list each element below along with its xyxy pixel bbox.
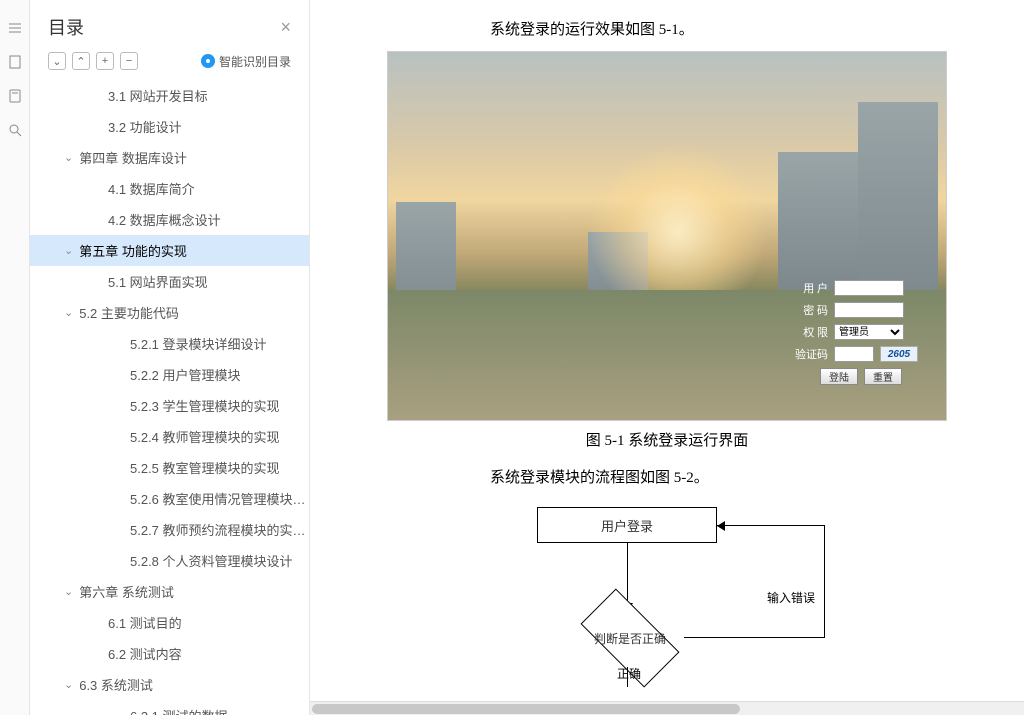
toc-item-label: 第六章 系统测试 bbox=[79, 582, 174, 601]
flow-diamond-label: 判断是否正确 bbox=[585, 613, 675, 663]
toc-item[interactable]: ⌄ 6.3 系统测试 bbox=[30, 669, 309, 700]
collapse-all-button[interactable]: ⌄ bbox=[48, 52, 66, 70]
flow-line bbox=[684, 637, 824, 638]
toc-item[interactable]: ⌄ 第四章 数据库设计 bbox=[30, 142, 309, 173]
toc-title: 目录 bbox=[48, 14, 84, 40]
toc-item[interactable]: 5.2.5 教室管理模块的实现 bbox=[30, 452, 309, 483]
flow-line bbox=[627, 543, 628, 608]
toc-item-label: 5.2.7 教师预约流程模块的实… bbox=[130, 520, 306, 539]
arrowhead-left-icon bbox=[717, 521, 725, 531]
toc-item-label: 4.1 数据库简介 bbox=[108, 179, 195, 198]
toc-item[interactable]: 5.2.3 学生管理模块的实现 bbox=[30, 390, 309, 421]
toc-item[interactable]: 5.2.8 个人资料管理模块设计 bbox=[30, 545, 309, 576]
toc-item-label: 3.1 网站开发目标 bbox=[108, 86, 208, 105]
toc-list: 3.1 网站开发目标 3.2 功能设计 ⌄ 第四章 数据库设计 4.1 数据库简介 4.2… bbox=[30, 80, 309, 715]
flow-line bbox=[824, 525, 825, 638]
toc-item[interactable]: 3.2 功能设计 bbox=[30, 111, 309, 142]
toc-item-label: 4.2 数据库概念设计 bbox=[108, 210, 221, 229]
level-minus-button[interactable]: − bbox=[120, 52, 138, 70]
select-role[interactable]: 管理员 bbox=[834, 324, 904, 340]
chevron-down-icon[interactable]: ⌄ bbox=[64, 151, 73, 164]
paragraph-flow-intro: 系统登录模块的流程图如图 5-2。 bbox=[460, 466, 984, 487]
document-viewport[interactable]: 系统登录的运行效果如图 5-1。 用 户 密 码 bbox=[310, 0, 1024, 715]
toc-item[interactable]: 5.2.6 教室使用情况管理模块… bbox=[30, 483, 309, 514]
toc-sidebar: 目录 × ⌄ ⌃ + − 智能识别目录 3.1 网站开发目标 3.2 功能设计 ⌄ 第… bbox=[30, 0, 310, 715]
scrollbar-thumb[interactable] bbox=[312, 704, 740, 714]
toc-item-label: 第四章 数据库设计 bbox=[79, 148, 187, 167]
toc-item[interactable]: 4.2 数据库概念设计 bbox=[30, 204, 309, 235]
left-icon-rail bbox=[0, 0, 30, 715]
toc-item[interactable]: 5.2.7 教师预约流程模块的实… bbox=[30, 514, 309, 545]
level-plus-button[interactable]: + bbox=[96, 52, 114, 70]
toc-item-label: 5.2.6 教室使用情况管理模块… bbox=[130, 489, 306, 508]
toc-item-label: 第五章 功能的实现 bbox=[79, 241, 187, 260]
toc-item-label: 6.3 系统测试 bbox=[79, 675, 153, 694]
toc-item[interactable]: 6.2 测试内容 bbox=[30, 638, 309, 669]
search-icon[interactable] bbox=[7, 122, 23, 138]
toc-item-label: 5.2.4 教师管理模块的实现 bbox=[130, 427, 280, 446]
toc-item[interactable]: 5.2.4 教师管理模块的实现 bbox=[30, 421, 309, 452]
toc-item-label: 5.2 主要功能代码 bbox=[79, 303, 179, 322]
toc-item[interactable]: ⌄ 第五章 功能的实现 bbox=[30, 235, 309, 266]
horizontal-scrollbar[interactable] bbox=[310, 701, 1024, 715]
toc-item-label: 5.2.8 个人资料管理模块设计 bbox=[130, 551, 293, 570]
label-role: 权 限 bbox=[792, 324, 828, 340]
toc-item[interactable]: 6.1 测试目的 bbox=[30, 607, 309, 638]
captcha-image[interactable]: 2605 bbox=[880, 346, 918, 362]
chevron-down-icon[interactable]: ⌄ bbox=[64, 244, 73, 257]
toc-item-label: 6.2 测试内容 bbox=[108, 644, 182, 663]
smart-dot-icon bbox=[201, 54, 215, 68]
toc-item-label: 5.2.1 登录模块详细设计 bbox=[130, 334, 267, 353]
reset-button[interactable]: 重置 bbox=[864, 368, 902, 385]
expand-all-button[interactable]: ⌃ bbox=[72, 52, 90, 70]
flow-line bbox=[717, 525, 825, 526]
toc-item-label: 5.2.5 教室管理模块的实现 bbox=[130, 458, 280, 477]
chevron-down-icon[interactable]: ⌄ bbox=[64, 306, 73, 319]
toc-item-label: 5.1 网站界面实现 bbox=[108, 272, 208, 291]
label-user: 用 户 bbox=[792, 280, 828, 296]
input-password[interactable] bbox=[834, 302, 904, 318]
flow-label-wrong: 输入错误 bbox=[767, 589, 815, 606]
toc-item-label: 3.2 功能设计 bbox=[108, 117, 182, 136]
bookmark-icon[interactable] bbox=[7, 54, 23, 70]
figure-5-2-flowchart: 用户登录 判断是否正确 正确 输入错误 bbox=[477, 507, 857, 677]
toc-item[interactable]: ⌄ 第六章 系统测试 bbox=[30, 576, 309, 607]
toc-toolbar: ⌄ ⌃ + − 智能识别目录 bbox=[30, 48, 309, 80]
login-form: 用 户 密 码 权 限 管理员 验证码 2605 bbox=[792, 280, 918, 385]
chevron-down-icon[interactable]: ⌄ bbox=[64, 585, 73, 598]
toc-item[interactable]: ⌄ 5.2 主要功能代码 bbox=[30, 297, 309, 328]
smart-detect-toc[interactable]: 智能识别目录 bbox=[201, 53, 291, 70]
flow-box-user-login: 用户登录 bbox=[537, 507, 717, 543]
login-button[interactable]: 登陆 bbox=[820, 368, 858, 385]
toc-item-label: 6.3.1 测试的数据 bbox=[130, 706, 228, 715]
chevron-down-icon[interactable]: ⌄ bbox=[64, 678, 73, 691]
page-icon[interactable] bbox=[7, 88, 23, 104]
label-password: 密 码 bbox=[792, 302, 828, 318]
toc-item[interactable]: 5.2.1 登录模块详细设计 bbox=[30, 328, 309, 359]
input-user[interactable] bbox=[834, 280, 904, 296]
toc-item[interactable]: 4.1 数据库简介 bbox=[30, 173, 309, 204]
figure-5-1-login-screenshot: 用 户 密 码 权 限 管理员 验证码 2605 bbox=[387, 51, 947, 421]
menu-icon[interactable] bbox=[7, 20, 23, 36]
close-icon[interactable]: × bbox=[280, 17, 291, 38]
toc-item[interactable]: 6.3.1 测试的数据 bbox=[30, 700, 309, 715]
toc-item-label: 5.2.2 用户管理模块 bbox=[130, 365, 241, 384]
flow-label-correct: 正确 bbox=[617, 665, 641, 682]
toc-item-label: 6.1 测试目的 bbox=[108, 613, 182, 632]
toc-item[interactable]: 5.1 网站界面实现 bbox=[30, 266, 309, 297]
smart-label: 智能识别目录 bbox=[219, 53, 291, 70]
toc-item[interactable]: 3.1 网站开发目标 bbox=[30, 80, 309, 111]
label-captcha: 验证码 bbox=[792, 346, 828, 362]
paragraph-intro: 系统登录的运行效果如图 5-1。 bbox=[460, 18, 984, 39]
toc-item-label: 5.2.3 学生管理模块的实现 bbox=[130, 396, 280, 415]
document-page: 系统登录的运行效果如图 5-1。 用 户 密 码 bbox=[310, 0, 1024, 715]
figure-caption-5-1: 图 5-1 系统登录运行界面 bbox=[350, 429, 984, 450]
toc-item[interactable]: 5.2.2 用户管理模块 bbox=[30, 359, 309, 390]
input-captcha[interactable] bbox=[834, 346, 874, 362]
